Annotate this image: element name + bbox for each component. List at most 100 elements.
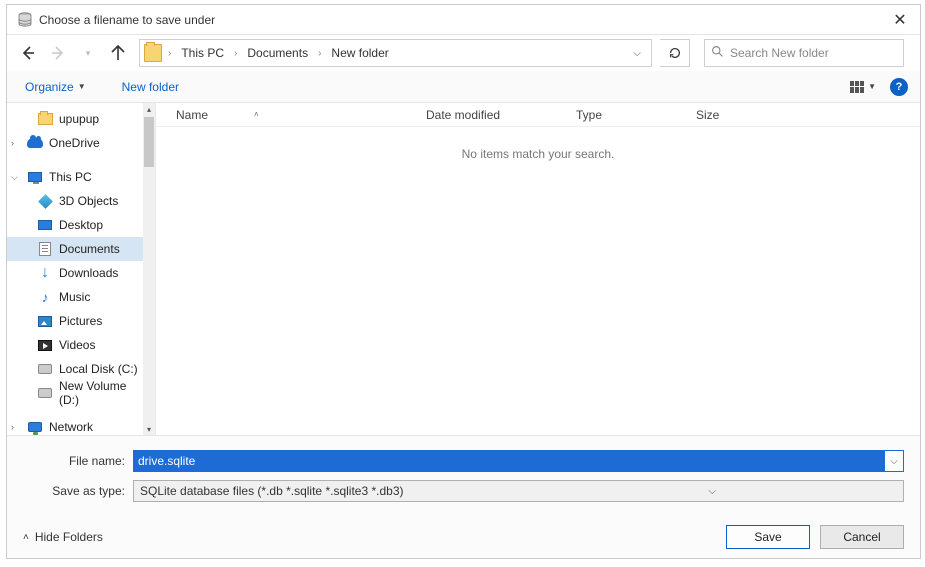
tree-label: 3D Objects: [59, 194, 118, 208]
titlebar: Choose a filename to save under ✕: [7, 5, 920, 35]
desktop-icon: [38, 220, 52, 230]
tree-item-music[interactable]: ♪ Music: [7, 285, 155, 309]
empty-message: No items match your search.: [156, 147, 920, 161]
folder-icon: [38, 113, 53, 125]
scroll-thumb[interactable]: [144, 117, 154, 167]
arrow-left-icon: [20, 45, 36, 61]
tree-item-local-disk[interactable]: Local Disk (C:): [7, 357, 155, 381]
new-folder-button[interactable]: New folder: [116, 76, 185, 98]
nav-bar: ▾ › This PC › Documents › New folder ⌵: [7, 35, 920, 71]
tree-item-desktop[interactable]: Desktop: [7, 213, 155, 237]
column-headers: Name ˄ Date modified Type Size: [156, 103, 920, 127]
filename-combobox[interactable]: ⌵: [133, 450, 904, 472]
database-icon: [17, 12, 33, 28]
search-box[interactable]: [704, 39, 904, 67]
column-date[interactable]: Date modified: [426, 108, 576, 122]
tree-label: Local Disk (C:): [59, 362, 138, 376]
help-button[interactable]: ?: [890, 78, 908, 96]
tree-item-new-volume[interactable]: New Volume (D:): [7, 381, 155, 405]
arrow-right-icon: [50, 45, 66, 61]
save-form: File name: ⌵ Save as type: SQLite databa…: [7, 435, 920, 516]
organize-label: Organize: [25, 80, 74, 94]
view-grid-icon: [850, 81, 864, 93]
organize-menu[interactable]: Organize ▼: [19, 76, 92, 98]
window-title: Choose a filename to save under: [39, 13, 890, 27]
column-name[interactable]: Name ˄: [176, 108, 426, 122]
refresh-icon: [668, 46, 682, 60]
refresh-button[interactable]: [660, 39, 690, 67]
save-button[interactable]: Save: [726, 525, 810, 549]
savetype-value: SQLite database files (*.db *.sqlite *.s…: [140, 484, 522, 498]
chevron-down-icon: ⌵: [11, 172, 21, 183]
chevron-right-icon: ›: [232, 48, 239, 59]
hide-folders-button[interactable]: ˄ Hide Folders: [23, 530, 103, 544]
tree-label: This PC: [49, 170, 92, 184]
cloud-icon: [27, 138, 43, 148]
monitor-icon: [28, 172, 42, 182]
filename-input[interactable]: [134, 451, 885, 471]
download-icon: ↓: [37, 265, 53, 281]
tree-label: Downloads: [59, 266, 118, 280]
tree-label: OneDrive: [49, 136, 100, 150]
breadcrumb-item[interactable]: New folder: [327, 44, 392, 62]
close-button[interactable]: ✕: [890, 10, 910, 30]
filename-label: File name:: [23, 454, 133, 468]
tree-item-3d-objects[interactable]: 3D Objects: [7, 189, 155, 213]
tree-label: Desktop: [59, 218, 103, 232]
chevron-down-icon[interactable]: ⌵: [522, 486, 904, 497]
tree-label: New Volume (D:): [59, 379, 141, 407]
tree-label: Documents: [59, 242, 120, 256]
tree-item-documents[interactable]: Documents: [7, 237, 155, 261]
savetype-combobox[interactable]: SQLite database files (*.db *.sqlite *.s…: [133, 480, 904, 502]
tree-label: Videos: [59, 338, 95, 352]
breadcrumb-dropdown[interactable]: ⌵: [633, 48, 647, 59]
view-menu[interactable]: ▼: [846, 79, 880, 95]
disk-icon: [38, 388, 52, 398]
video-icon: [38, 340, 52, 351]
scroll-down-icon[interactable]: ▾: [147, 423, 151, 435]
chevron-right-icon: ›: [316, 48, 323, 59]
sidebar-scrollbar[interactable]: ▴ ▾: [143, 103, 155, 435]
tree-item-videos[interactable]: Videos: [7, 333, 155, 357]
network-icon: [28, 422, 42, 432]
savetype-label: Save as type:: [23, 484, 133, 498]
scroll-up-icon[interactable]: ▴: [147, 103, 151, 115]
disk-icon: [38, 364, 52, 374]
chevron-right-icon: ›: [166, 48, 173, 59]
up-button[interactable]: [105, 40, 131, 66]
search-icon: [711, 45, 724, 61]
folder-tree: upupup › OneDrive ⌵ This PC 3D Objects D…: [7, 103, 155, 435]
cancel-button[interactable]: Cancel: [820, 525, 904, 549]
tree-item-onedrive[interactable]: › OneDrive: [7, 131, 155, 155]
column-type[interactable]: Type: [576, 108, 696, 122]
tree-item-network[interactable]: › Network: [7, 415, 155, 435]
save-dialog: Choose a filename to save under ✕ ▾ › Th…: [6, 4, 921, 559]
3d-objects-icon: [38, 194, 53, 209]
dialog-footer: ˄ Hide Folders Save Cancel: [7, 516, 920, 558]
column-size[interactable]: Size: [696, 108, 776, 122]
chevron-down-icon: ▼: [868, 82, 876, 91]
folder-icon: [144, 44, 162, 62]
new-folder-label: New folder: [122, 80, 179, 94]
arrow-up-icon: [110, 45, 126, 61]
tree-item-this-pc[interactable]: ⌵ This PC: [7, 165, 155, 189]
hide-folders-label: Hide Folders: [35, 530, 103, 544]
recent-dropdown[interactable]: ▾: [75, 40, 101, 66]
file-list: Name ˄ Date modified Type Size No items …: [155, 103, 920, 435]
tree-item-downloads[interactable]: ↓ Downloads: [7, 261, 155, 285]
breadcrumb-bar[interactable]: › This PC › Documents › New folder ⌵: [139, 39, 652, 67]
tree-label: Network: [49, 420, 93, 434]
tree-item-pictures[interactable]: Pictures: [7, 309, 155, 333]
back-button[interactable]: [15, 40, 41, 66]
search-input[interactable]: [730, 46, 897, 60]
chevron-right-icon: ›: [11, 138, 21, 148]
chevron-down-icon[interactable]: ⌵: [885, 456, 903, 467]
document-icon: [39, 242, 51, 256]
tree-label: Pictures: [59, 314, 102, 328]
picture-icon: [38, 316, 52, 327]
tree-label: Music: [59, 290, 90, 304]
breadcrumb-item[interactable]: This PC: [177, 44, 228, 62]
forward-button[interactable]: [45, 40, 71, 66]
breadcrumb-item[interactable]: Documents: [243, 44, 312, 62]
tree-item-upupup[interactable]: upupup: [7, 107, 155, 131]
